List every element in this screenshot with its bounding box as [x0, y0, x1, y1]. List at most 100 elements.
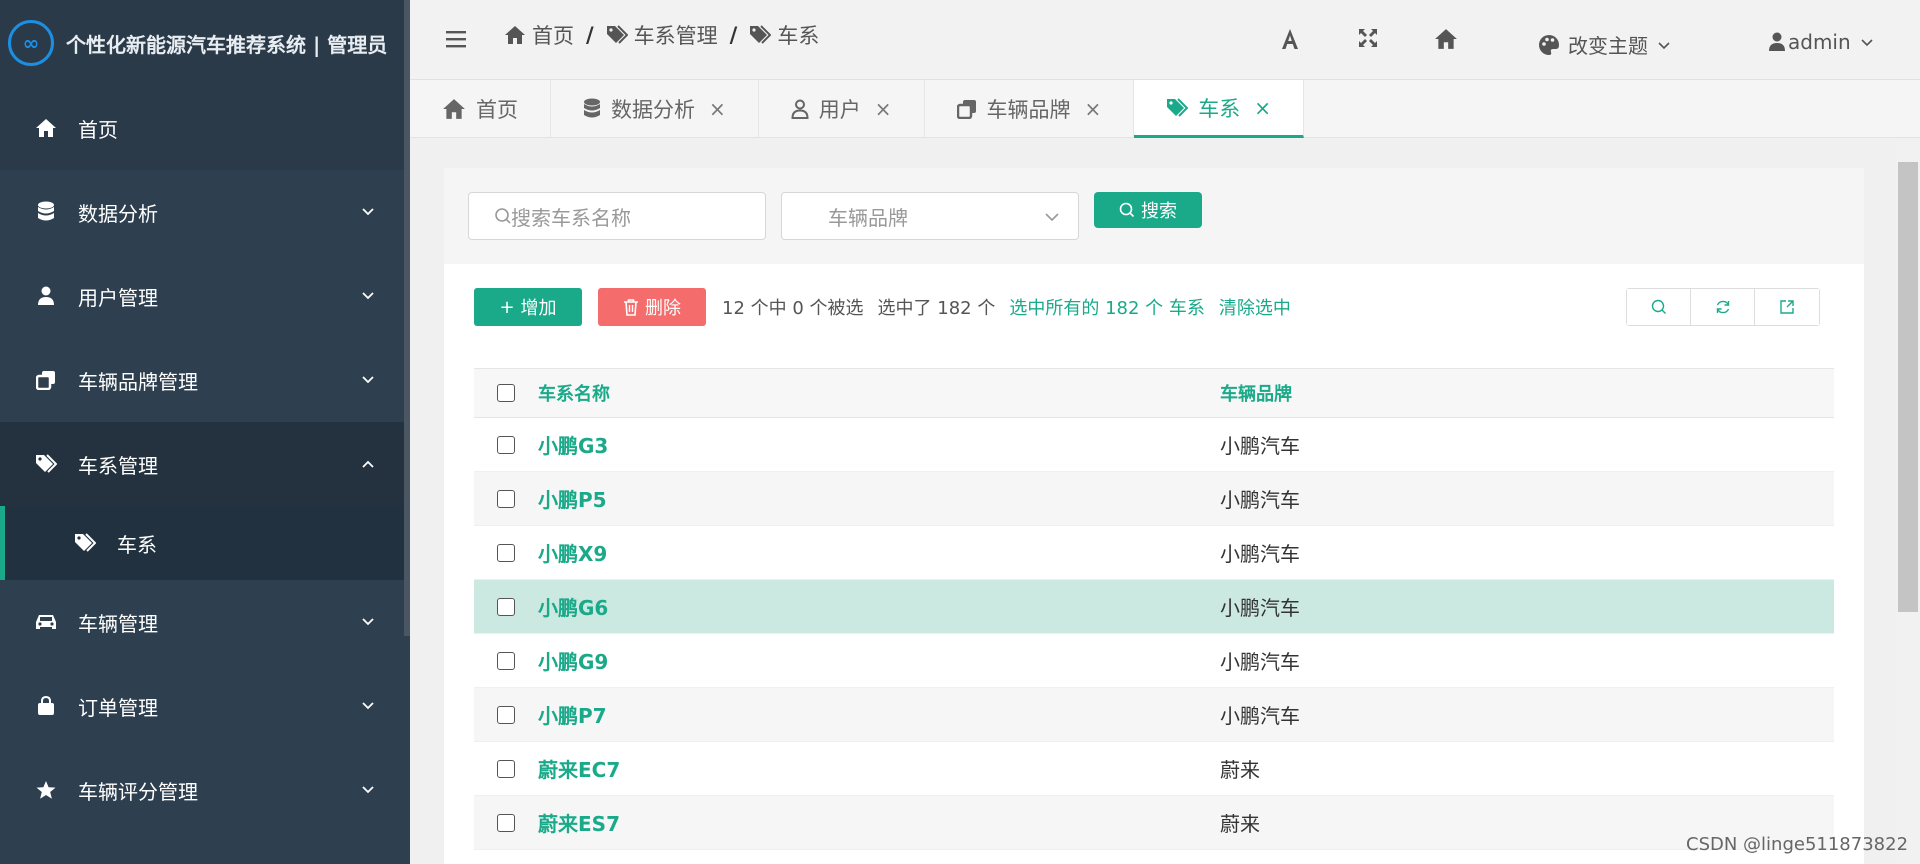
select-all-checkbox-cell [474, 384, 538, 402]
refresh-icon [1716, 300, 1729, 314]
search-input[interactable]: 搜索车系名称 [468, 192, 766, 240]
sidebar-item-order-management[interactable]: 订单管理 [0, 664, 410, 748]
hamburger-icon[interactable] [446, 30, 466, 48]
sidebar-item-series-management[interactable]: 车系管理 [0, 422, 410, 506]
sidebar-item-data-analysis[interactable]: 数据分析 [0, 170, 410, 254]
select-all-checkbox[interactable] [497, 384, 515, 402]
tags-icon [34, 452, 58, 476]
row-checkbox-cell [474, 705, 538, 724]
clear-selection-link[interactable]: 清除选中 [1219, 294, 1291, 320]
plus-icon: + [499, 296, 515, 318]
row-checkbox-cell [474, 597, 538, 616]
series-name-link[interactable]: 蔚来ES7 [538, 808, 1220, 837]
brand-cell: 蔚来 [1220, 812, 1260, 836]
table-tools [1626, 288, 1820, 326]
search-button[interactable]: 搜索 [1094, 192, 1202, 228]
sidebar-subitem-series[interactable]: 车系 [0, 506, 410, 580]
watermark: CSDN @linge511873822 [1686, 834, 1909, 855]
table-row[interactable]: 小鹏P7 小鹏汽车 [474, 688, 1834, 742]
tab-home[interactable]: 首页 [410, 80, 551, 138]
tab-data-analysis[interactable]: 数据分析 × [551, 80, 759, 138]
sidebar-item-user-management[interactable]: 用户管理 [0, 254, 410, 338]
brand[interactable]: ∞ 个性化新能源汽车推荐系统 | 管理员 [0, 0, 410, 86]
page-scrollbar-thumb[interactable] [1898, 162, 1918, 612]
breadcrumb-home[interactable]: 首页 [504, 20, 574, 50]
sidebar-item-vehicle-management[interactable]: 车辆管理 [0, 580, 410, 664]
breadcrumb-series-management[interactable]: 车系管理 [606, 20, 718, 50]
theme-dropdown[interactable]: 改变主题 [1538, 30, 1680, 59]
table-row-hovered[interactable]: 小鹏G6 小鹏汽车 [474, 580, 1834, 634]
brand-cell: 小鹏汽车 [1220, 434, 1300, 458]
table-row[interactable]: 小鹏G9 小鹏汽车 [474, 634, 1834, 688]
tags-icon [73, 531, 97, 555]
font-size-icon[interactable] [1280, 28, 1300, 50]
home-icon[interactable] [1434, 28, 1458, 50]
chevron-down-icon [1861, 39, 1873, 47]
breadcrumb-separator: / [729, 23, 738, 47]
row-checkbox-cell [474, 543, 538, 562]
tab-series[interactable]: 车系 × [1134, 80, 1305, 138]
row-checkbox[interactable] [497, 759, 515, 778]
table-row[interactable]: 小鹏X9 小鹏汽车 [474, 526, 1834, 580]
user-label: admin [1788, 30, 1851, 54]
close-icon[interactable]: × [875, 97, 892, 121]
select-all-link[interactable]: 选中所有的 182 个 车系 [1009, 294, 1205, 320]
row-checkbox[interactable] [497, 597, 515, 616]
sidebar-nav: 首页 数据分析 用户管理 车辆品牌管理 车系管理 车系 车辆管理 订单管理 车辆… [0, 86, 410, 832]
add-button[interactable]: + 增加 [474, 288, 582, 326]
brand-select[interactable]: 车辆品牌 [781, 192, 1079, 240]
search-button-label: 搜索 [1141, 201, 1177, 222]
close-icon[interactable]: × [1254, 96, 1271, 120]
delete-button[interactable]: 删除 [598, 288, 706, 326]
chevron-down-icon [362, 786, 374, 794]
user-dropdown[interactable]: admin [1768, 30, 1883, 54]
row-checkbox[interactable] [497, 651, 515, 670]
table-row[interactable]: 小鹏P5 小鹏汽车 [474, 472, 1834, 526]
series-name-link[interactable]: 小鹏G3 [538, 430, 1220, 459]
close-icon[interactable]: × [1085, 97, 1102, 121]
column-header-brand[interactable]: 车辆品牌 [1220, 380, 1834, 406]
row-checkbox[interactable] [497, 543, 515, 562]
close-icon[interactable]: × [709, 97, 726, 121]
refresh-button[interactable] [1691, 289, 1755, 325]
copy-icon [956, 100, 976, 119]
row-checkbox[interactable] [497, 435, 515, 454]
search-toggle-button[interactable] [1627, 289, 1691, 325]
series-name-link[interactable]: 小鹏X9 [538, 538, 1220, 567]
brand-select-placeholder: 车辆品牌 [828, 205, 908, 230]
tags-icon [750, 25, 772, 44]
fullscreen-icon[interactable] [1358, 28, 1378, 48]
tab-label: 用户 [818, 98, 861, 122]
sidebar-item-label: 首页 [78, 117, 118, 142]
table-row[interactable]: 蔚来ES7 蔚来 [474, 796, 1834, 850]
selection-status: 12 个中 0 个被选 [722, 298, 864, 319]
sidebar: ∞ 个性化新能源汽车推荐系统 | 管理员 首页 数据分析 用户管理 车辆品牌管理… [0, 0, 410, 864]
export-icon [1780, 300, 1794, 314]
database-icon [584, 98, 600, 118]
database-icon [34, 200, 58, 224]
row-checkbox[interactable] [497, 489, 515, 508]
row-checkbox[interactable] [497, 705, 515, 724]
tab-vehicle-brand[interactable]: 车辆品牌 × [925, 80, 1135, 138]
tab-user[interactable]: 用户 × [759, 80, 925, 138]
sidebar-item-brand-management[interactable]: 车辆品牌管理 [0, 338, 410, 422]
row-checkbox-cell [474, 759, 538, 778]
series-name-link[interactable]: 小鹏P5 [538, 484, 1220, 513]
column-header-name[interactable]: 车系名称 [538, 380, 1220, 406]
row-checkbox[interactable] [497, 813, 515, 832]
series-name-link[interactable]: 小鹏G6 [538, 592, 1220, 621]
sidebar-item-home[interactable]: 首页 [0, 86, 410, 170]
series-name-link[interactable]: 蔚来EC7 [538, 754, 1220, 783]
user-icon [34, 284, 58, 308]
theme-label: 改变主题 [1568, 34, 1648, 58]
search-icon [1651, 299, 1666, 314]
breadcrumb-label: 车系管理 [633, 24, 718, 48]
series-name-link[interactable]: 小鹏P7 [538, 700, 1220, 729]
table-row[interactable]: 小鹏G3 小鹏汽车 [474, 418, 1834, 472]
table-row[interactable]: 蔚来EC7 蔚来 [474, 742, 1834, 796]
tab-label: 数据分析 [611, 98, 695, 122]
delete-button-label: 删除 [645, 298, 681, 319]
sidebar-item-rating-management[interactable]: 车辆评分管理 [0, 748, 410, 832]
export-button[interactable] [1755, 289, 1819, 325]
series-name-link[interactable]: 小鹏G9 [538, 646, 1220, 675]
